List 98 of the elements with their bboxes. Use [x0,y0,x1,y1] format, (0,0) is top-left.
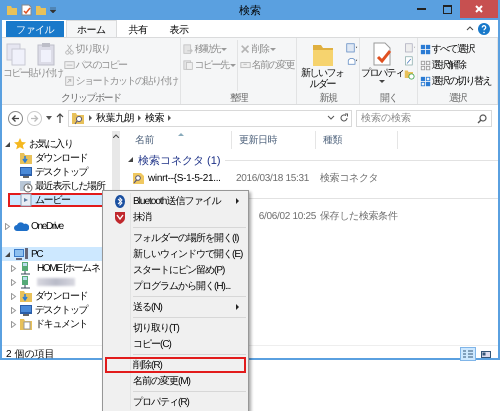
easy-access-icon [346,56,358,67]
bluetooth-icon [115,194,125,208]
expanded-arrow-icon [4,250,11,258]
item-type: 保存した検索条件 [320,210,398,223]
desktop-icon [19,303,33,317]
shield-icon [114,210,126,224]
refresh-icon [339,113,349,123]
scroll-up-icon [113,134,119,138]
delete-x-icon [240,44,250,54]
ribbon-button[interactable]: 選択の切り替え [418,74,492,88]
ribbon-group-label: 選択 [448,92,468,104]
desktop-icon [19,165,33,179]
maximize-icon [442,4,452,14]
breadcrumb-arrow-icon[interactable] [89,115,92,121]
ribbon-tab[interactable]: 共有 [118,21,158,37]
file-name[interactable]: winrt--{S-1-5-21... [148,172,221,184]
address-bar[interactable]: 秋葉九朗 検索 [68,110,352,126]
breadcrumb-arrow-icon[interactable] [168,115,171,121]
sort-ascending-icon [178,132,184,136]
item-count: 2 個の項目 [6,348,54,361]
invert-selection-icon [420,76,430,86]
search-field[interactable]: 検索の検索 [356,110,492,126]
blurred-label [37,278,75,286]
minimize-icon [416,8,426,10]
ribbon-group-label: 開く [378,92,398,104]
new-item-icon [346,43,358,54]
details-view-button[interactable] [460,347,476,361]
context-menu-item[interactable]: フォルダーの場所を開く(I) [105,230,246,246]
nav-tree-item[interactable]: 最近表示した場所 [8,179,112,193]
select-none-icon [420,60,430,70]
search-connector-icon [132,172,145,184]
ribbon-group-label: 整理 [228,92,248,104]
cloud-icon [13,220,29,232]
ribbon-tab[interactable]: 表示 [160,21,198,37]
context-menu-item[interactable]: 名前の変更(M) [105,373,246,389]
back-button[interactable] [8,110,23,126]
download-folder-icon [19,151,33,165]
file-menu-tab[interactable]: ファイル [6,21,64,37]
recent-places-icon [19,179,33,193]
nav-tree-item[interactable]: ダウンロード [8,151,112,165]
ribbon-button[interactable]: すべて選択 [418,42,475,56]
path-icon [64,60,74,70]
back-arrow-icon [11,114,20,122]
copy-to-icon [182,60,194,70]
shortcut-icon [64,76,74,86]
nav-tree-item[interactable]: お気に入り [2,137,112,151]
context-menu-item[interactable]: 削除(R) [105,357,246,373]
search-icon [477,114,487,124]
documents-folder-icon [19,317,33,331]
nav-tree-item[interactable]: デスクトップ [8,165,112,179]
new-folder-icon [35,4,47,16]
customize-caret-icon [50,7,56,13]
group-collapse-icon [128,157,134,163]
properties-icon [21,4,32,16]
ribbon-button[interactable]: 選択解除 [418,58,466,72]
tiles-view-icon [481,350,491,358]
search-folder-icon [71,111,85,125]
breadcrumb-item[interactable]: 秋葉九朗 [96,111,134,125]
modified-date: 2016/03/18 15:31 [236,172,310,184]
group-header[interactable]: 検索コネクタ (1) [138,152,220,168]
computer-icon [13,247,29,261]
collapse-ribbon-icon [466,26,474,31]
copy-icon [4,41,28,67]
item-type: 検索コネクタ [320,172,378,185]
context-menu-item[interactable]: コピー(C) [105,336,246,352]
column-header[interactable]: 更新日時 [232,131,316,149]
breadcrumb-arrow-icon[interactable] [138,115,141,121]
move-icon [182,44,194,54]
ribbon-button[interactable]: 新しいフォルダー [298,40,346,91]
collapsed-arrow-icon [4,222,11,230]
edit-icon [404,56,416,67]
help-icon [478,22,490,34]
expanded-arrow-icon [4,140,11,148]
column-header[interactable]: 種類 [316,131,398,149]
ribbon-button[interactable]: プロパティ [361,40,404,91]
download-folder-icon [19,289,33,303]
open-icon [404,43,416,54]
dropdown-caret-icon [327,115,335,121]
close-icon [475,5,483,13]
star-icon [13,137,27,151]
ribbon-group-label: クリップボード [60,92,122,104]
window-title: 検索 [239,4,261,16]
scissors-icon [64,44,74,54]
up-arrow-icon [56,113,64,123]
history-icon [404,69,416,80]
ribbon-tab[interactable]: ホーム [66,20,116,37]
recent-locations-caret-icon [46,116,52,120]
ribbon-group-label: 新規 [318,92,338,104]
forward-arrow-icon [30,114,39,122]
details-view-icon [463,350,473,358]
rename-icon [240,60,250,70]
breadcrumb-item[interactable]: 検索 [145,111,164,125]
modified-date: 6/06/02 10:25 [258,210,316,222]
movie-library-icon [19,193,33,207]
select-all-icon [420,44,430,54]
folder-icon [6,4,18,16]
close-button[interactable] [460,0,498,18]
context-menu-item[interactable]: プロパティ(R) [105,394,246,410]
